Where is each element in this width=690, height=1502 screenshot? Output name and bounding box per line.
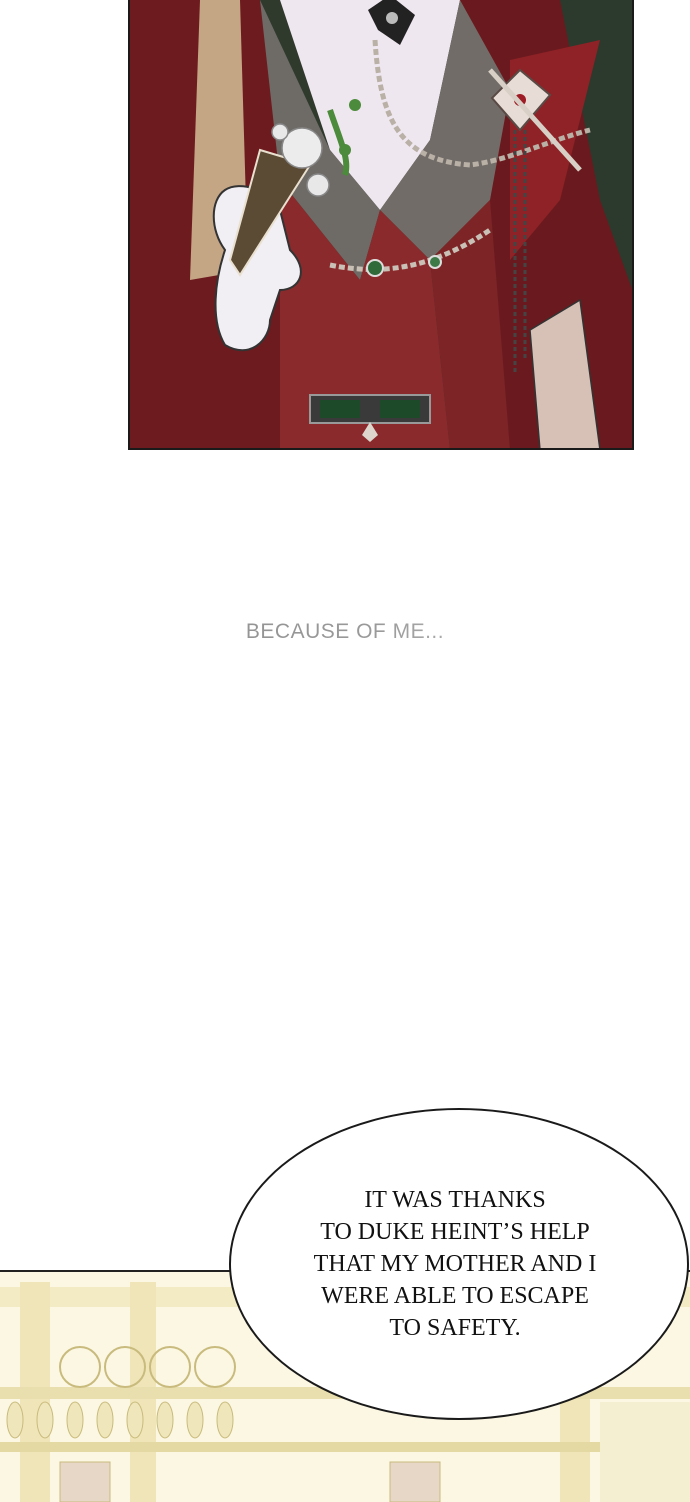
speech-line-5: TO SAFETY.	[389, 1315, 521, 1341]
speech-line-4: WERE ABLE TO ESCAPE	[321, 1283, 589, 1309]
speech-bubble-text: IT WAS THANKS TO DUKE HEINT’S HELP THAT …	[280, 1184, 630, 1344]
speech-line-3: THAT MY MOTHER AND I	[313, 1251, 597, 1277]
speech-line-1: IT WAS THANKS	[364, 1187, 546, 1213]
coat-illustration	[130, 0, 632, 448]
narration-caption: BECAUSE OF ME...	[0, 620, 690, 644]
speech-line-2: TO DUKE HEINT’S HELP	[320, 1219, 590, 1245]
comic-panel-top	[128, 0, 634, 450]
